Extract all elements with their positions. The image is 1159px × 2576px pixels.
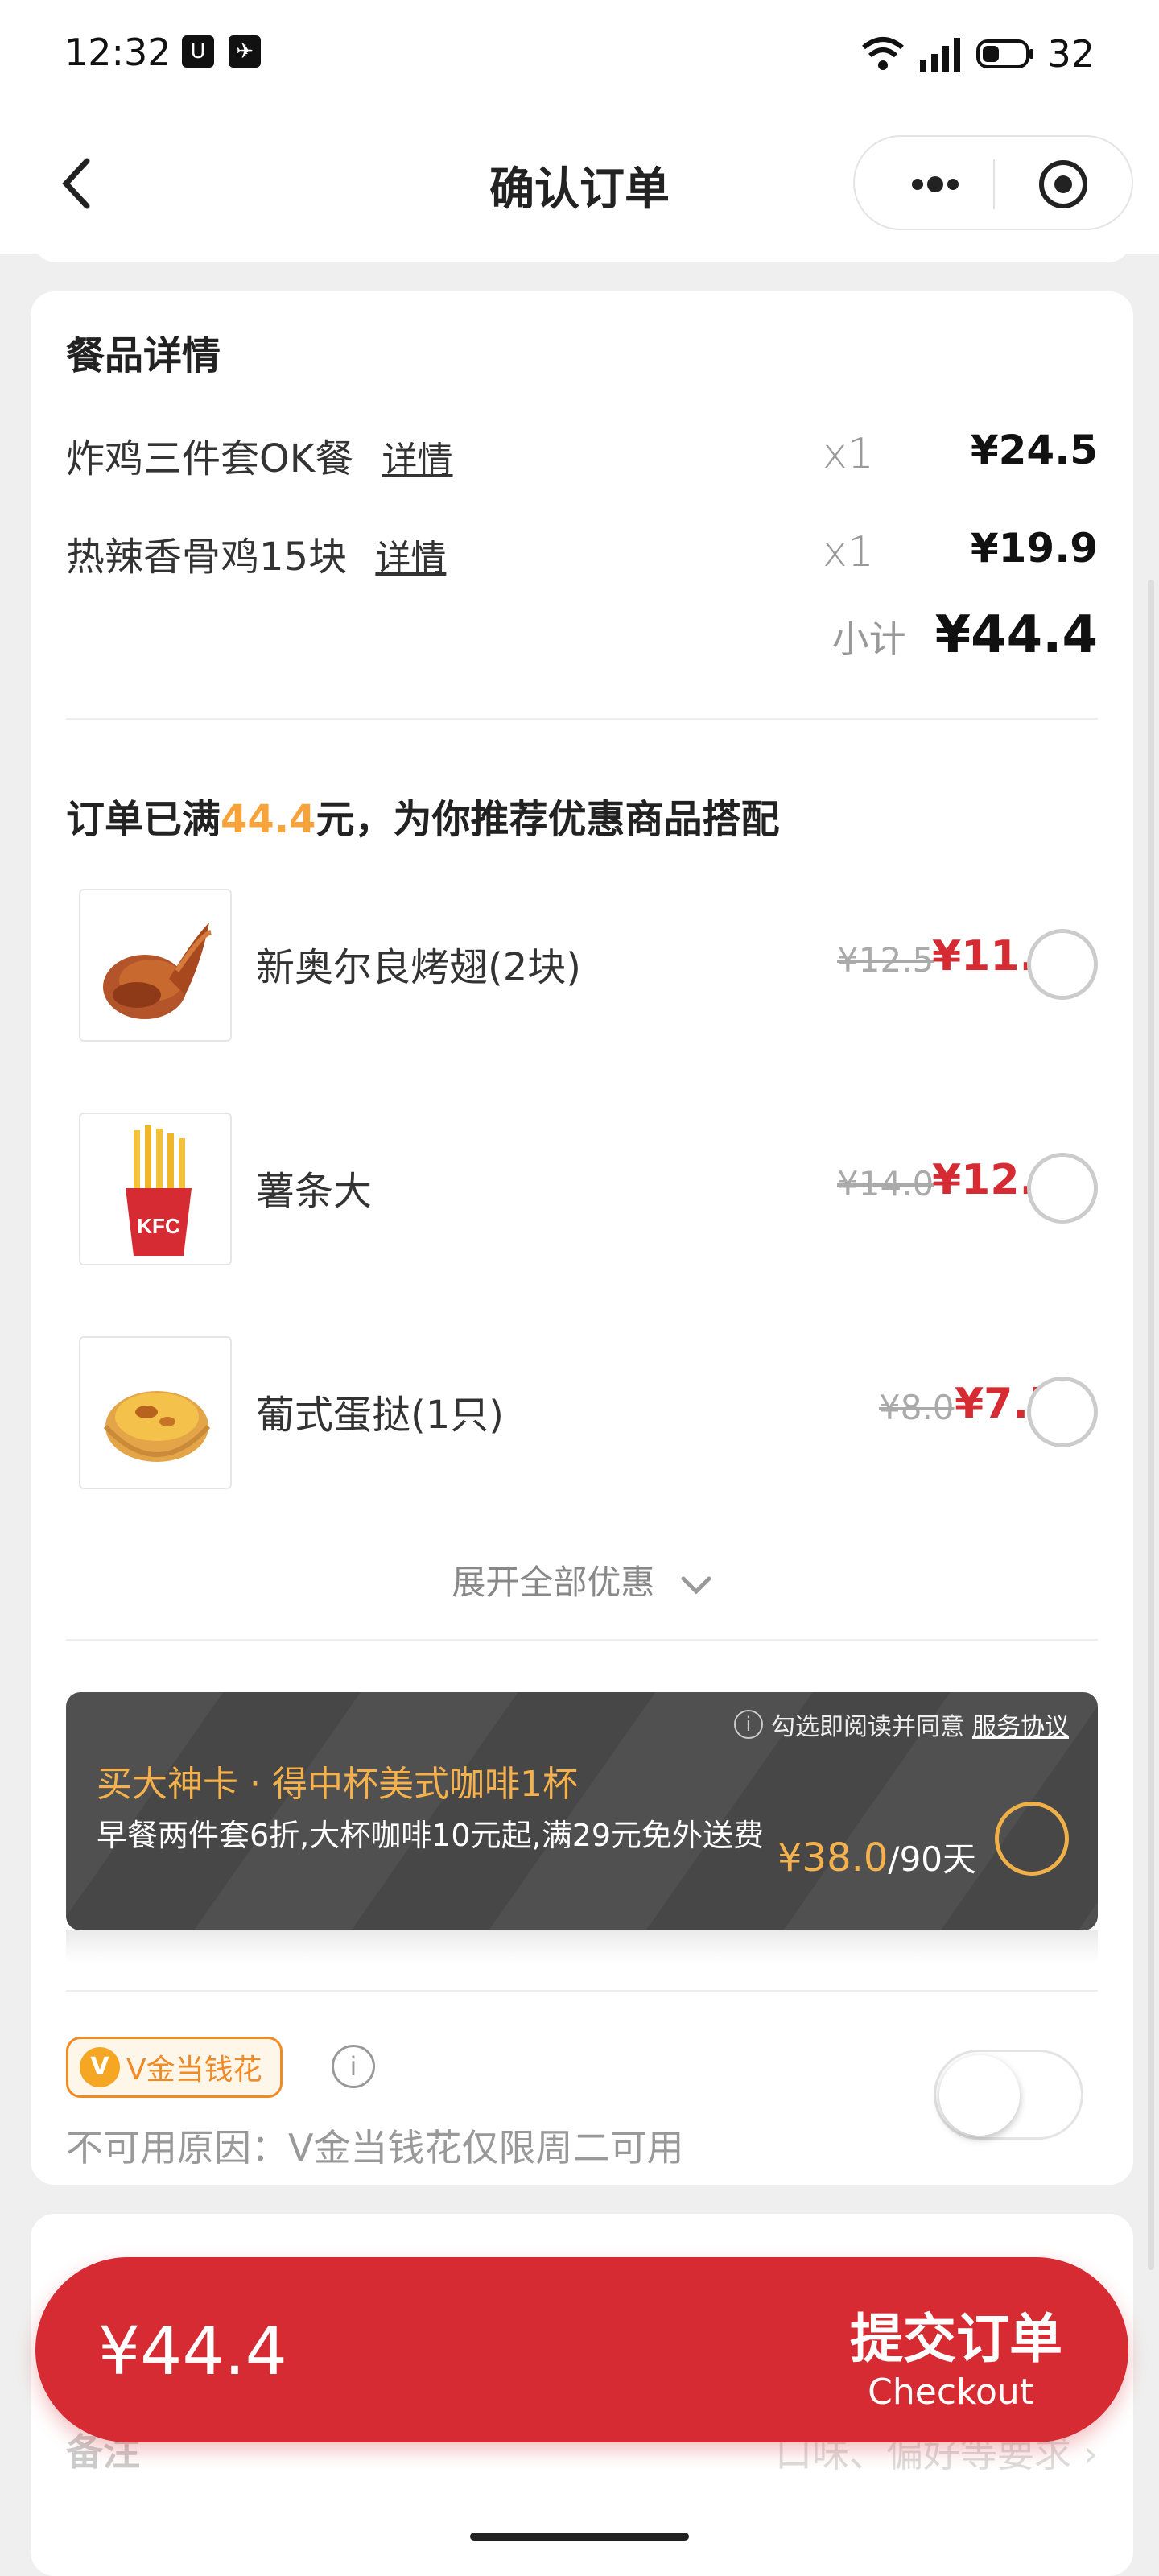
vgold-badge: V V金当钱花 [66, 2037, 283, 2098]
recommend-amount: 44.4 [221, 797, 316, 842]
notification-app-icon: U [182, 35, 214, 68]
checkout-bar: ¥44.4 提交订单 Checkout [35, 2257, 1128, 2442]
vgold-unavailable-reason: 不可用原因：V金当钱花仅限周二可用 [66, 2126, 684, 2169]
subtotal: 小计 ¥44.4 [832, 605, 1098, 665]
service-agreement-link[interactable]: 服务协议 [972, 1707, 1069, 1742]
vgold-coin-icon: V [80, 2047, 120, 2087]
order-item-price: ¥19.9 [970, 525, 1098, 572]
recommend-item-radio[interactable] [1027, 929, 1098, 1000]
scrollbar[interactable] [1148, 580, 1154, 2270]
home-indicator[interactable] [470, 2533, 689, 2541]
vgold-toggle[interactable] [934, 2050, 1083, 2140]
svg-text:KFC: KFC [137, 1214, 180, 1238]
chicken-wings-image [79, 889, 232, 1042]
meal-details-title: 餐品详情 [66, 333, 221, 378]
recommend-title: 订单已满44.4元，为你推荐优惠商品搭配 [66, 797, 780, 842]
order-item: 炸鸡三件套OK餐 详情 x1 ¥24.5 [66, 427, 1098, 483]
toggle-knob [939, 2055, 1020, 2136]
recommend-item[interactable]: KFC 薯条大 ¥14.0 ¥12.5 [79, 1113, 1098, 1267]
previous-card-edge [32, 233, 1132, 262]
battery-level: 32 [1047, 32, 1095, 76]
recommend-item-name: 新奥尔良烤翅(2块) [256, 945, 581, 990]
order-item-price: ¥24.5 [970, 427, 1098, 473]
membership-card-offer[interactable]: i 勾选即阅读并同意 服务协议 买大神卡 · 得中杯美式咖啡1杯 早餐两件套6折,… [66, 1692, 1098, 1930]
recommend-item-radio[interactable] [1027, 1153, 1098, 1224]
expand-all-label: 展开全部优惠 [452, 1563, 655, 1602]
notification-bird-icon: ✈ [229, 35, 261, 68]
service-agreement: i 勾选即阅读并同意 服务协议 [734, 1707, 1069, 1742]
order-item-name: 热辣香骨鸡15块 [66, 535, 348, 580]
more-dots-icon[interactable] [887, 161, 984, 208]
recommend-item[interactable]: 葡式蛋挞(1只) ¥8.0 ¥7.5 [79, 1336, 1098, 1491]
wifi-icon [862, 37, 905, 70]
french-fries-image: KFC [79, 1113, 232, 1265]
recommend-item-radio[interactable] [1027, 1377, 1098, 1447]
checkout-label[interactable]: Checkout [868, 2372, 1033, 2413]
status-time: 12:32 [64, 31, 171, 74]
membership-card-price: ¥38.0/90天 [777, 1835, 977, 1880]
membership-card-title: 买大神卡 · 得中杯美式咖啡1杯 [97, 1764, 578, 1805]
order-item-name: 炸鸡三件套OK餐 [66, 436, 354, 481]
subtotal-label: 小计 [831, 617, 906, 661]
recommend-item-name: 葡式蛋挞(1只) [256, 1393, 504, 1438]
expand-all-offers-button[interactable]: 展开全部优惠 [31, 1555, 1133, 1604]
membership-card-radio[interactable] [995, 1802, 1069, 1876]
battery-icon [976, 39, 1034, 68]
status-right-group: 32 [860, 32, 1095, 76]
order-total: ¥44.4 [98, 2314, 287, 2390]
recommend-item-old-price: ¥14.0 [837, 1164, 934, 1203]
capsule-divider [993, 159, 995, 209]
order-item-detail-link[interactable]: 详情 [375, 538, 446, 579]
membership-card-desc: 早餐两件套6折,大杯咖啡10元起,满29元免外送费 [97, 1818, 765, 1853]
close-target-icon[interactable] [1037, 158, 1090, 211]
mini-program-capsule [853, 135, 1133, 230]
chevron-down-icon [681, 1576, 711, 1595]
vgold-badge-label: V金当钱花 [126, 2054, 262, 2087]
info-icon: i [734, 1710, 763, 1739]
signal-icon [920, 38, 961, 72]
submit-order-button[interactable]: 提交订单 [850, 2296, 1062, 2373]
order-item: 热辣香骨鸡15块 详情 x1 ¥19.9 [66, 525, 1098, 581]
divider [66, 1990, 1098, 1992]
recommend-item-name: 薯条大 [256, 1169, 373, 1214]
nav-bar: 确认订单 [0, 113, 1159, 254]
egg-tart-image [79, 1336, 232, 1489]
recommend-item-old-price: ¥12.5 [837, 940, 934, 980]
status-notification-icons: U ✈ [182, 35, 261, 68]
order-item-detail-link[interactable]: 详情 [382, 440, 453, 481]
recommend-item[interactable]: 新奥尔良烤翅(2块) ¥12.5 ¥11.5 [79, 889, 1098, 1043]
order-card: 餐品详情 炸鸡三件套OK餐 详情 x1 ¥24.5 热辣香骨鸡15块 详情 x1… [31, 291, 1133, 2185]
subtotal-value: ¥44.4 [934, 605, 1098, 665]
order-item-qty: x1 [823, 528, 874, 576]
divider [66, 1639, 1098, 1641]
status-bar: 12:32 U ✈ 32 [0, 0, 1159, 113]
order-item-qty: x1 [823, 430, 874, 478]
info-icon[interactable]: i [332, 2045, 375, 2088]
divider [66, 718, 1098, 720]
recommend-item-old-price: ¥8.0 [879, 1388, 955, 1427]
